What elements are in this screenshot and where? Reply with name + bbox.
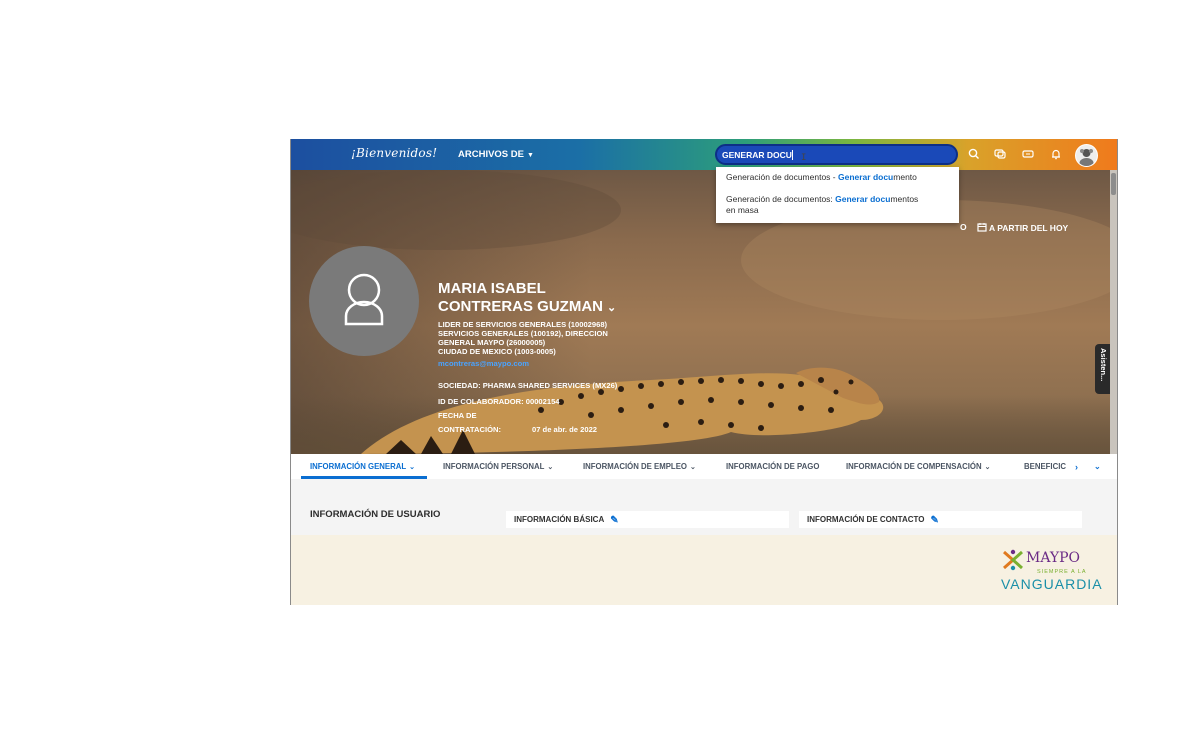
top-bar: ¡Bienvenidos! ARCHIVOS DE ▼ GENERAR DOCU … <box>291 139 1117 170</box>
suggestion-prefix: Generación de documentos: <box>726 194 836 204</box>
hero-hidden-text: O <box>960 222 967 232</box>
employee-name[interactable]: MARIA ISABEL CONTRERAS GUZMAN ⌄ <box>438 280 616 317</box>
tab-label: INFORMACIÓN PERSONAL <box>443 462 545 471</box>
profile-header: O A PARTIR DEL HOY MARIA ISABEL CONTRERA… <box>291 170 1117 454</box>
section-title-user-info: INFORMACIÓN DE USUARIO <box>310 509 441 520</box>
chevron-down-icon: ⌄ <box>607 302 617 314</box>
chevron-down-icon: ▼ <box>526 152 534 159</box>
tab-label: INFORMACIÓN DE COMPENSACIÓN <box>846 462 982 471</box>
contact-info-card: INFORMACIÓN DE CONTACTO ✎ <box>799 511 1082 528</box>
hire-date-value: 07 de abr. de 2022 <box>532 425 598 434</box>
main-content: INFORMACIÓN DE USUARIO INFORMACIÓN BÁSIC… <box>291 479 1117 535</box>
notes-icon[interactable] <box>1021 147 1035 161</box>
company-field: SOCIEDAD: PHARMA SHARED SERVICES (MX26) <box>438 381 618 390</box>
mouse-cursor-icon: I <box>801 153 807 163</box>
company-logo[interactable]: ¡Bienvenidos! <box>351 146 437 160</box>
suggestion-suffix: mento <box>893 172 917 182</box>
name-line-1: MARIA ISABEL <box>438 280 546 297</box>
suggestion-suffix: mentos <box>890 194 919 204</box>
bell-icon[interactable] <box>1049 147 1063 161</box>
user-icon <box>344 273 384 326</box>
chevron-down-icon[interactable]: ⌄ <box>1094 462 1101 471</box>
hire-date-label: FECHA DE <box>438 411 477 420</box>
hire-date-label-2: CONTRATACIÓN: <box>438 425 501 434</box>
scrollbar-thumb[interactable] <box>1111 173 1116 195</box>
position-line: CIUDAD DE MEXICO (1003-0005) <box>438 347 556 356</box>
employee-id-field: ID DE COLABORADOR: 00002154 <box>438 397 560 406</box>
maypo-mark-icon <box>1003 549 1023 571</box>
position-line: GENERAL MAYPO (26000005) <box>438 338 546 347</box>
tab-label: INFORMACIÓN GENERAL <box>310 462 407 471</box>
as-of-label: A PARTIR DEL HOY <box>989 223 1069 233</box>
search-value: GENERAR DOCU <box>722 150 792 160</box>
suggestion-match: Generar docu <box>837 172 894 182</box>
suggestion-item[interactable]: Generación de documentos - Generar docum… <box>726 172 917 182</box>
files-menu-label: ARCHIVOS DE <box>458 149 524 160</box>
pencil-icon[interactable]: ✎ <box>610 515 618 526</box>
position-line: LIDER DE SERVICIOS GENERALES (10002968) <box>438 320 608 329</box>
position-info: LIDER DE SERVICIOS GENERALES (10002968) … <box>438 320 608 368</box>
suggestion-prefix: Generación de documentos - <box>726 172 838 182</box>
chevron-down-icon: ⌄ <box>689 464 696 471</box>
basic-info-label: INFORMACIÓN BÁSICA <box>514 515 605 524</box>
search-suggestions: Generación de documentos - Generar docum… <box>716 167 959 223</box>
chevron-down-icon: ⌄ <box>547 464 554 471</box>
pencil-icon[interactable]: ✎ <box>930 515 938 526</box>
user-photo-icon <box>1079 149 1094 166</box>
tab-informacion-general[interactable]: INFORMACIÓN GENERAL ⌄ <box>310 462 415 471</box>
chevron-right-icon[interactable]: › <box>1075 462 1078 472</box>
name-line-2: CONTRERAS GUZMAN <box>438 298 603 315</box>
tab-informacion-personal[interactable]: INFORMACIÓN PERSONAL ⌄ <box>443 462 553 471</box>
app-window: ¡Bienvenidos! ARCHIVOS DE ▼ GENERAR DOCU … <box>290 139 1118 605</box>
profile-avatar[interactable] <box>1075 144 1098 167</box>
tab-label: BENEFICIC <box>1024 462 1067 471</box>
basic-info-title: INFORMACIÓN BÁSICA ✎ <box>514 515 619 526</box>
profile-photo-placeholder[interactable] <box>309 246 419 356</box>
brand-tagline: SIEMPRE A LA <box>1037 569 1087 575</box>
suggestion-rest: en masa <box>726 205 759 215</box>
contact-info-title: INFORMACIÓN DE CONTACTO ✎ <box>807 515 939 526</box>
suggestion-match: Generar docu <box>835 194 891 204</box>
tab-informacion-compensacion[interactable]: INFORMACIÓN DE COMPENSACIÓN ⌄ <box>846 462 990 471</box>
chevron-down-icon: ⌄ <box>984 464 991 471</box>
assistant-tab-label: Asisten... <box>1099 348 1108 382</box>
text-caret <box>791 150 793 160</box>
calendar-icon <box>977 223 987 232</box>
tab-label: INFORMACIÓN DE PAGO <box>726 462 820 471</box>
position-line: SERVICIOS GENERALES (100192), DIRECCION <box>438 329 608 338</box>
search-icon[interactable] <box>967 147 981 161</box>
basic-info-card: INFORMACIÓN BÁSICA ✎ <box>506 511 789 528</box>
chat-icon[interactable] <box>993 147 1007 161</box>
tab-informacion-empleo[interactable]: INFORMACIÓN DE EMPLEO ⌄ <box>583 462 696 471</box>
tab-informacion-pago[interactable]: INFORMACIÓN DE PAGO <box>726 462 819 471</box>
footer: MAYPO SIEMPRE A LA VANGUARDIA <box>291 535 1117 605</box>
chevron-down-icon: ⌄ <box>409 464 416 471</box>
tab-label: INFORMACIÓN DE EMPLEO <box>583 462 687 471</box>
brand-name: MAYPO <box>1026 550 1081 566</box>
contact-info-label: INFORMACIÓN DE CONTACTO <box>807 515 925 524</box>
search-input[interactable]: GENERAR DOCU <box>715 144 958 165</box>
section-tabs: INFORMACIÓN GENERAL ⌄ INFORMACIÓN PERSONA… <box>291 454 1117 480</box>
as-of-date-button[interactable]: A PARTIR DEL HOY <box>977 222 1068 233</box>
brand-slogan: VANGUARDIA <box>1001 576 1103 592</box>
vertical-scrollbar[interactable] <box>1110 170 1117 454</box>
suggestion-item[interactable]: Generación de documentos: Generar docume… <box>726 194 951 216</box>
tab-beneficios[interactable]: BENEFICIC <box>1024 462 1066 471</box>
files-menu[interactable]: ARCHIVOS DE ▼ <box>458 149 534 160</box>
email-link[interactable]: mcontreras@maypo.com <box>438 359 608 368</box>
